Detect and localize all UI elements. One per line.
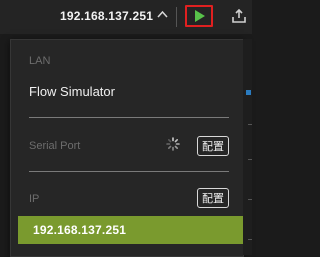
serial-config-button[interactable]: 配置 [197, 136, 229, 156]
export-icon[interactable] [231, 8, 247, 24]
serial-port-label: Serial Port [29, 140, 81, 152]
run-button[interactable] [185, 5, 213, 27]
lan-section-label: LAN [29, 55, 51, 67]
loading-spinner-icon [166, 137, 180, 151]
ip-item-label: 192.168.137.251 [33, 223, 127, 237]
top-toolbar: 192.168.137.251 [0, 0, 252, 34]
connection-dropdown: LAN Flow Simulator Serial Port 配置 IP 配置 … [10, 39, 244, 257]
play-icon [195, 10, 205, 22]
ip-section-label: IP [29, 193, 40, 205]
background-panel-edge [243, 39, 252, 255]
toolbar-divider [176, 7, 177, 27]
section-divider [29, 117, 229, 118]
panel-marker [246, 90, 251, 95]
panel-rule [248, 124, 252, 125]
panel-rule [248, 239, 252, 240]
section-divider [29, 171, 229, 172]
ip-config-button[interactable]: 配置 [197, 188, 229, 208]
chevron-up-icon[interactable] [157, 9, 168, 21]
panel-rule [248, 159, 252, 160]
ip-list-item-selected[interactable]: 192.168.137.251 [18, 216, 244, 244]
device-ip-selector[interactable]: 192.168.137.251 [60, 9, 153, 23]
panel-rule [248, 199, 252, 200]
flow-simulator-item[interactable]: Flow Simulator [29, 84, 115, 99]
